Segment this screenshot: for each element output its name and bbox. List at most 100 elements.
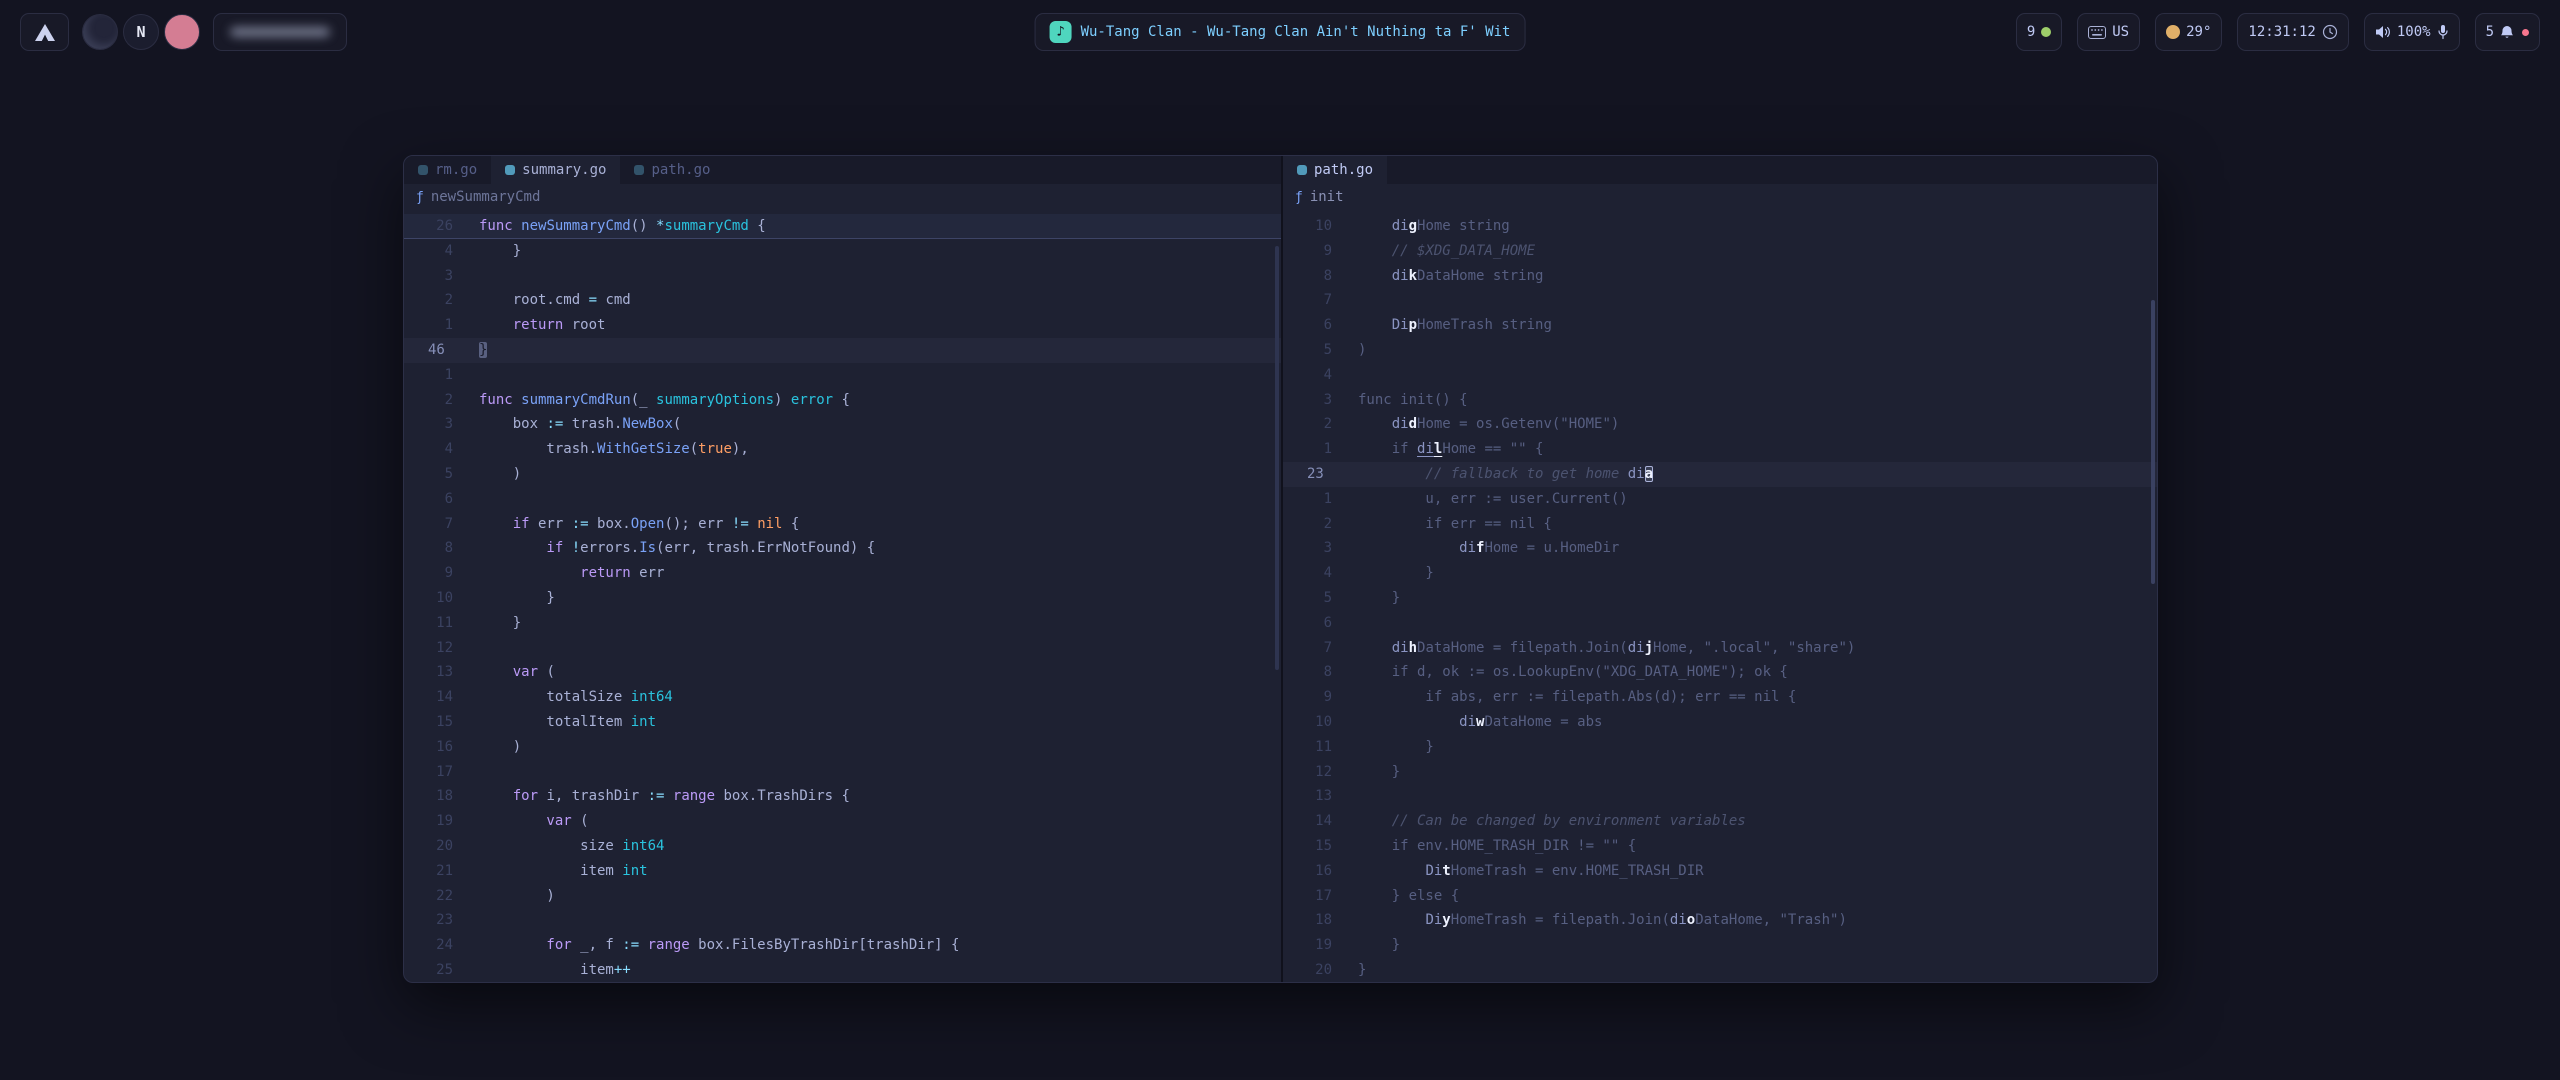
tab-path.go[interactable]: path.go <box>1283 156 1387 184</box>
code-line: 2func summaryCmdRun(_ summaryOptions) er… <box>404 388 1281 413</box>
code-line: 14 totalSize int64 <box>404 685 1281 710</box>
line-number: 10 <box>1283 710 1332 735</box>
line-number: 8 <box>404 536 453 561</box>
line-number: 10 <box>404 586 453 611</box>
speaker-icon <box>2375 25 2391 39</box>
scrollbar-left[interactable] <box>1275 246 1279 670</box>
code-line: 16 DitHomeTrash = env.HOME_TRASH_DIR <box>1283 859 2157 884</box>
line-number: 5 <box>1283 586 1332 611</box>
code-line: 10 } <box>404 586 1281 611</box>
media-title: Wu-Tang Clan - Wu-Tang Clan Ain't Nuthin… <box>1081 24 1511 40</box>
code-text: // fallback to get home dia <box>1358 462 2157 487</box>
tab-path.go[interactable]: path.go <box>620 156 724 184</box>
blurred-private-widget[interactable] <box>213 13 347 51</box>
code-line: 16 ) <box>404 735 1281 760</box>
line-number: 25 <box>404 958 453 982</box>
line-number: 17 <box>404 760 453 785</box>
code-text: dihDataHome = filepath.Join(dijHome, ".l… <box>1358 636 2157 661</box>
clock-pill[interactable]: 12:31:12 <box>2237 13 2348 51</box>
code-text <box>479 487 1281 512</box>
launcher-button[interactable] <box>20 13 69 51</box>
tab-label: path.go <box>651 162 710 178</box>
breadcrumb-label: newSummaryCmd <box>431 189 541 205</box>
code-text: digHome string <box>1358 214 2157 239</box>
code-text: var ( <box>479 809 1281 834</box>
code-text: if env.HOME_TRASH_DIR != "" { <box>1358 834 2157 859</box>
weather-pill[interactable]: 29° <box>2155 13 2222 51</box>
code-line: 3 difHome = u.HomeDir <box>1283 536 2157 561</box>
line-number: 12 <box>1283 760 1332 785</box>
notifications-pill[interactable]: 5 <box>2475 13 2540 51</box>
code-line: 18 for i, trashDir := range box.TrashDir… <box>404 784 1281 809</box>
code-text: ) <box>479 462 1281 487</box>
code-line: 1 <box>404 363 1281 388</box>
tray-icon-2[interactable]: N <box>123 14 159 50</box>
code-line: 5 } <box>1283 586 2157 611</box>
volume-pill[interactable]: 100% <box>2364 13 2460 51</box>
line-number: 14 <box>404 685 453 710</box>
updates-count: 9 <box>2027 24 2035 40</box>
scrollbar-right[interactable] <box>2151 300 2155 584</box>
line-number: 7 <box>1283 288 1332 313</box>
line-number: 6 <box>1283 611 1332 636</box>
code-text: trash.WithGetSize(true), <box>479 437 1281 462</box>
line-number: 17 <box>1283 884 1332 909</box>
line-number: 22 <box>404 884 453 909</box>
line-number: 46 <box>404 338 453 363</box>
keyboard-layout-pill[interactable]: US <box>2077 13 2140 51</box>
code-text: // $XDG_DATA_HOME <box>1358 239 2157 264</box>
tab-summary.go[interactable]: summary.go <box>491 156 620 184</box>
line-number: 20 <box>1283 958 1332 982</box>
code-text: totalItem int <box>479 710 1281 735</box>
code-text: if abs, err := filepath.Abs(d); err == n… <box>1358 685 2157 710</box>
code-text: ) <box>479 884 1281 909</box>
line-number: 5 <box>1283 338 1332 363</box>
line-number: 14 <box>1283 809 1332 834</box>
code-text: didHome = os.Getenv("HOME") <box>1358 412 2157 437</box>
line-number: 18 <box>404 784 453 809</box>
line-number: 5 <box>404 462 453 487</box>
clock-icon <box>2322 24 2338 40</box>
code-text: if d, ok := os.LookupEnv("XDG_DATA_HOME"… <box>1358 660 2157 685</box>
tray-icon-3[interactable] <box>164 14 200 50</box>
go-file-icon <box>505 165 515 175</box>
line-number: 3 <box>404 264 453 289</box>
line-number: 1 <box>1283 437 1332 462</box>
tab-label: rm.go <box>435 162 477 178</box>
code-text: } <box>479 338 1281 363</box>
code-area-right[interactable]: 10 digHome string9 // $XDG_DATA_HOME8 di… <box>1283 210 2157 982</box>
tab-rm.go[interactable]: rm.go <box>404 156 491 184</box>
line-number: 13 <box>404 660 453 685</box>
line-number: 2 <box>404 388 453 413</box>
code-area-left[interactable]: 26func newSummaryCmd() *summaryCmd {4 }3… <box>404 210 1281 982</box>
line-number: 15 <box>404 710 453 735</box>
updates-pill[interactable]: 9 <box>2016 13 2062 51</box>
code-line: 5 ) <box>404 462 1281 487</box>
code-line: 5) <box>1283 338 2157 363</box>
line-number: 4 <box>404 437 453 462</box>
code-text: for i, trashDir := range box.TrashDirs { <box>479 784 1281 809</box>
keyboard-icon <box>2088 26 2106 39</box>
tray-icon-1[interactable] <box>82 14 118 50</box>
code-line: 15 if env.HOME_TRASH_DIR != "" { <box>1283 834 2157 859</box>
code-line: 20} <box>1283 958 2157 982</box>
media-player-pill[interactable]: ♪ Wu-Tang Clan - Wu-Tang Clan Ain't Nuth… <box>1035 13 1526 51</box>
code-line: 6 <box>404 487 1281 512</box>
code-text: var ( <box>479 660 1281 685</box>
code-text: diwDataHome = abs <box>1358 710 2157 735</box>
code-text: for _, f := range box.FilesByTrashDir[tr… <box>479 933 1281 958</box>
clock-time: 12:31:12 <box>2248 24 2315 40</box>
code-line: 19 } <box>1283 933 2157 958</box>
line-number: 2 <box>404 288 453 313</box>
line-number: 7 <box>404 512 453 537</box>
keyboard-layout-label: US <box>2112 24 2129 40</box>
go-file-icon <box>418 165 428 175</box>
breadcrumb-right: ƒ init <box>1283 184 2157 210</box>
code-line: 1 u, err := user.Current() <box>1283 487 2157 512</box>
code-text: box := trash.NewBox( <box>479 412 1281 437</box>
code-text: if !errors.Is(err, trash.ErrNotFound) { <box>479 536 1281 561</box>
tab-label: path.go <box>1314 162 1373 178</box>
line-number: 23 <box>1283 462 1332 487</box>
code-text: } else { <box>1358 884 2157 909</box>
code-text: if err := box.Open(); err != nil { <box>479 512 1281 537</box>
